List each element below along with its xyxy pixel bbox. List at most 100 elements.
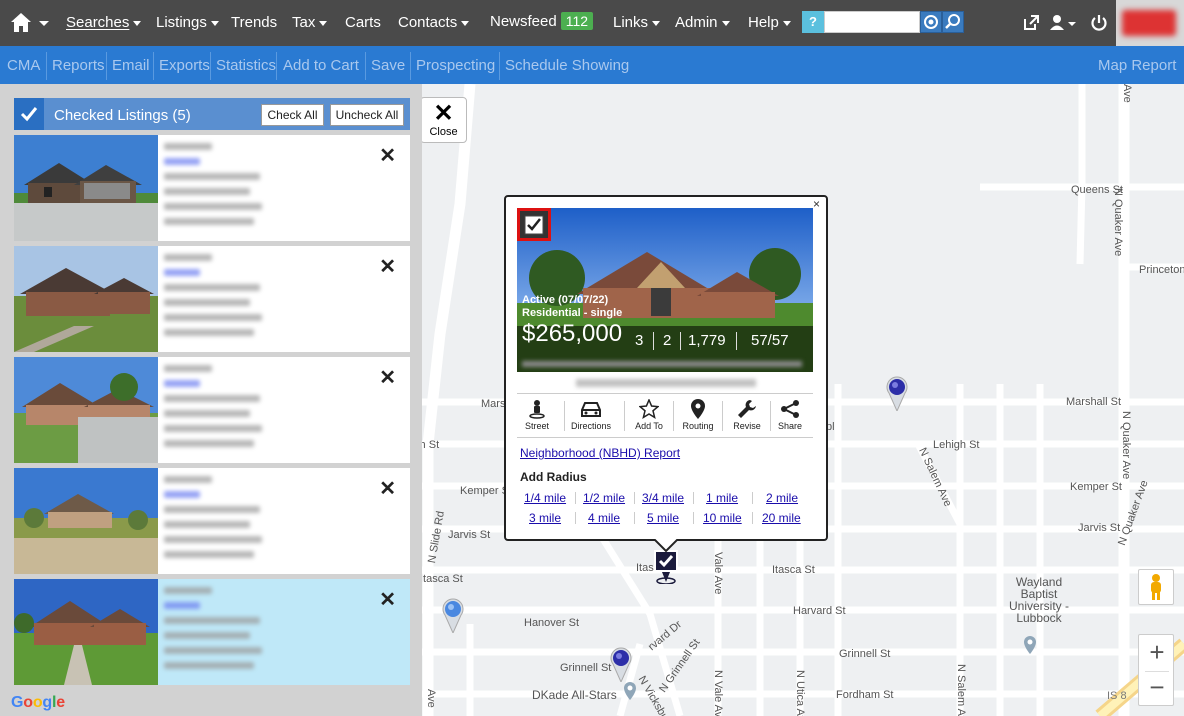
target-search-button[interactable] [920, 11, 942, 33]
nav-listings[interactable]: Listings [156, 14, 219, 31]
nav-links[interactable]: Links [613, 14, 661, 31]
toolbar-exports[interactable]: Exports [159, 57, 210, 74]
listing-dom: 57/57 [751, 332, 789, 349]
nav-newsfeed[interactable]: Newsfeed 112 [490, 12, 594, 30]
popup-close-button[interactable]: × [813, 197, 820, 211]
listing-summary [164, 587, 268, 677]
toolbar-schedule-showing[interactable]: Schedule Showing [505, 57, 629, 74]
radius-quarter-mile-link[interactable]: 1/4 mile [524, 491, 566, 505]
listing-card[interactable]: ✕ [14, 357, 410, 463]
toolbar-prospecting[interactable]: Prospecting [416, 57, 495, 74]
popup-pointer [654, 539, 678, 553]
listing-card-selected[interactable]: ✕ [14, 579, 410, 685]
chevron-down-icon [319, 20, 328, 26]
top-navigation: Searches Listings Trends Tax Carts Conta… [0, 0, 1184, 46]
street-label: Grinnell St [839, 648, 891, 660]
radius-20-mile-link[interactable]: 20 mile [762, 511, 801, 525]
street-label: Vale Ave [712, 552, 724, 595]
nav-help[interactable]: Help [748, 14, 791, 31]
search-help-button[interactable]: ? [802, 11, 824, 33]
remove-listing-icon[interactable]: ✕ [379, 587, 396, 612]
nav-admin[interactable]: Admin [675, 14, 730, 31]
nav-trends[interactable]: Trends [231, 14, 277, 31]
selected-listing-pin-icon[interactable] [652, 550, 680, 584]
listing-pin-icon[interactable] [609, 646, 633, 682]
toolbar-cma[interactable]: CMA [7, 57, 40, 74]
user-icon [1050, 15, 1076, 30]
power-icon [1091, 15, 1107, 31]
map-close-button[interactable]: ✕ Close [420, 97, 467, 143]
poi-pin-icon [1024, 636, 1036, 654]
nav-searches[interactable]: Searches [66, 14, 142, 31]
listing-pin-icon[interactable] [885, 375, 909, 411]
radius-5-mile-link[interactable]: 5 mile [647, 511, 679, 525]
checked-listings-panel: Checked Listings (5) Check All Uncheck A… [0, 84, 422, 716]
street-label: Kemper St [1070, 481, 1122, 493]
check-all-button[interactable]: Check All [261, 104, 324, 126]
listing-baths: 2 [663, 332, 672, 349]
toolbar-save[interactable]: Save [371, 57, 405, 74]
toolbar-email[interactable]: Email [112, 57, 150, 74]
street-view-pegman[interactable] [1138, 569, 1174, 605]
nav-contacts[interactable]: Contacts [398, 14, 470, 31]
street-label: N Quaker Ave [1120, 411, 1132, 480]
action-street[interactable]: Street [515, 399, 559, 431]
remove-listing-icon[interactable]: ✕ [379, 476, 396, 501]
wrench-icon [738, 400, 756, 418]
radius-3-mile-link[interactable]: 3 mile [529, 511, 561, 525]
close-icon: ✕ [433, 100, 454, 127]
action-add-to[interactable]: Add To [627, 399, 671, 431]
search-button[interactable] [942, 11, 964, 33]
listing-pin-icon[interactable] [441, 597, 465, 633]
listing-card[interactable]: ✕ [14, 246, 410, 352]
select-all-checkbox[interactable] [14, 98, 44, 130]
search-icon [945, 14, 960, 29]
zoom-out-button[interactable]: − [1139, 671, 1175, 707]
street-label: Fordham St [836, 689, 894, 701]
radius-half-mile-link[interactable]: 1/2 mile [583, 491, 625, 505]
listing-card[interactable]: ✕ [14, 135, 410, 241]
listing-photo [14, 135, 158, 241]
listing-card[interactable]: ✕ [14, 468, 410, 574]
panel-title: Checked Listings (5) [54, 107, 191, 124]
radius-three-quarter-mile-link[interactable]: 3/4 mile [642, 491, 684, 505]
zoom-in-button[interactable]: + [1139, 635, 1175, 671]
toolbar-reports[interactable]: Reports [52, 57, 105, 74]
chevron-down-icon [782, 20, 791, 26]
chevron-down-icon [652, 20, 661, 26]
toolbar-map-report[interactable]: Map Report [1098, 57, 1176, 74]
action-directions[interactable]: Directions [569, 399, 613, 431]
remove-listing-icon[interactable]: ✕ [379, 143, 396, 168]
google-logo: Google [11, 694, 65, 711]
listing-summary [164, 365, 268, 455]
radius-2-mile-link[interactable]: 2 mile [766, 491, 798, 505]
remove-listing-icon[interactable]: ✕ [379, 254, 396, 279]
external-link-button[interactable] [1021, 13, 1043, 33]
chevron-down-icon [133, 20, 142, 26]
user-menu-button[interactable] [1049, 13, 1079, 33]
action-share[interactable]: Share [768, 399, 812, 431]
quick-search: ? [802, 11, 964, 33]
street-label: Ave [1121, 84, 1133, 103]
nav-tax[interactable]: Tax [292, 14, 328, 31]
action-revise[interactable]: Revise [725, 399, 769, 431]
radius-1-mile-link[interactable]: 1 mile [706, 491, 738, 505]
listing-address [576, 379, 756, 387]
street-label: N Utica Ave [794, 670, 806, 716]
street-label: Mars [481, 398, 506, 410]
street-label: Itasca St [772, 564, 815, 576]
logout-button[interactable] [1089, 13, 1111, 33]
popup-select-checkbox[interactable] [517, 208, 551, 241]
toolbar-statistics[interactable]: Statistics [216, 57, 276, 74]
remove-listing-icon[interactable]: ✕ [379, 365, 396, 390]
toolbar-add-to-cart[interactable]: Add to Cart [283, 57, 359, 74]
home-menu-button[interactable] [10, 11, 52, 35]
action-routing[interactable]: Routing [676, 399, 720, 431]
popup-listing-photo[interactable]: Active (07/07/22) Residential - single $… [517, 208, 813, 372]
radius-10-mile-link[interactable]: 10 mile [703, 511, 742, 525]
neighborhood-report-link[interactable]: Neighborhood (NBHD) Report [520, 446, 680, 460]
nav-carts[interactable]: Carts [345, 14, 381, 31]
uncheck-all-button[interactable]: Uncheck All [330, 104, 404, 126]
radius-4-mile-link[interactable]: 4 mile [588, 511, 620, 525]
quick-search-input[interactable] [824, 11, 920, 33]
